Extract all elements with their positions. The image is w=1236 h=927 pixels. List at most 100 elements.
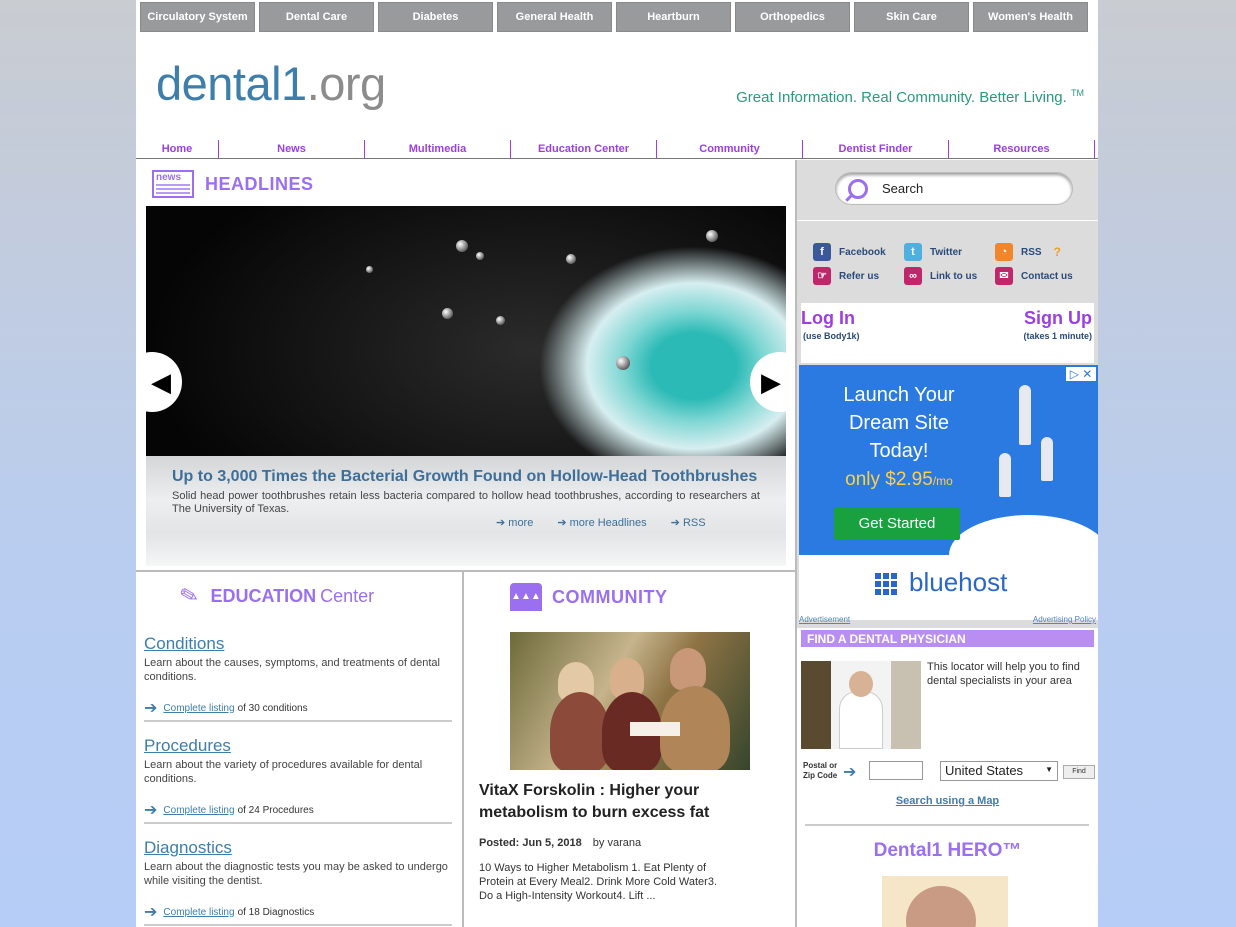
edu-procedures: Procedures Learn about the variety of pr…: [144, 736, 452, 824]
listing-count: of 30 conditions: [237, 702, 308, 714]
find-physician-title: FIND A DENTAL PHYSICIAN: [801, 630, 1094, 647]
nav-education-center[interactable]: Education Center: [511, 140, 657, 158]
slide-links: more more Headlines RSS: [496, 516, 706, 529]
edu-diagnostics: Diagnostics Learn about the diagnostic t…: [144, 838, 452, 926]
twitter-icon: t: [904, 243, 922, 261]
divider: [805, 824, 1089, 826]
doctor-photo: [801, 661, 921, 749]
category-tab[interactable]: Women's Health: [973, 2, 1088, 32]
category-tab[interactable]: Skin Care: [854, 2, 969, 32]
category-tab[interactable]: Circulatory System: [140, 2, 255, 32]
signup-hint: (takes 1 minute): [1023, 331, 1092, 341]
rss-help-link[interactable]: ?: [1054, 245, 1061, 259]
search-input[interactable]: Search: [882, 181, 923, 196]
advertisement-banner[interactable]: Launch Your Dream Site Today! only $2.95…: [799, 365, 1098, 620]
twitter-link[interactable]: t Twitter: [904, 243, 962, 261]
community-post-image[interactable]: [510, 632, 750, 770]
news-icon: news: [152, 170, 194, 198]
category-tab[interactable]: Orthopedics: [735, 2, 850, 32]
slide-caption: Up to 3,000 Times the Bacterial Growth F…: [146, 456, 786, 566]
rss-label: RSS: [1021, 246, 1042, 258]
find-button[interactable]: Find: [1063, 765, 1095, 779]
community-title: COMMUNITY: [552, 586, 668, 607]
bluehost-grid-icon: [875, 570, 899, 595]
listing-count: of 18 Diagnostics: [237, 906, 315, 918]
account-box: Log In (use Body1k) Sign Up (takes 1 min…: [801, 303, 1094, 363]
procedures-link[interactable]: Procedures: [144, 736, 452, 756]
refer-us-link[interactable]: ☞ Refer us: [813, 267, 879, 285]
logo-text-main: dental1: [156, 57, 307, 110]
contact-us-link[interactable]: ✉ Contact us: [995, 267, 1073, 285]
ad-headline: Launch Your Dream Site Today!: [843, 384, 955, 462]
procedures-desc: Learn about the variety of procedures av…: [144, 759, 423, 785]
ad-close-icon[interactable]: ▷ ✕: [1066, 367, 1096, 381]
nav-resources[interactable]: Resources: [949, 140, 1095, 158]
country-select[interactable]: United States: [940, 761, 1058, 781]
complete-listing-link[interactable]: Complete listing: [163, 703, 234, 714]
more-link[interactable]: more: [496, 516, 533, 529]
login-hint: (use Body1k): [803, 331, 860, 341]
logo-text-tld: .org: [306, 57, 387, 110]
site-logo[interactable]: dental1.org: [156, 56, 386, 111]
advertisement-link[interactable]: Advertisement: [799, 615, 850, 624]
complete-listing-link[interactable]: Complete listing: [163, 907, 234, 918]
community-post-title[interactable]: VitaX Forskolin : Higher your metabolism…: [479, 780, 729, 824]
ad-price: only $2.95/mo: [819, 469, 979, 491]
signup-link[interactable]: Sign Up: [1024, 308, 1092, 329]
education-header: ✎ EDUCATION Center: [176, 581, 374, 610]
facebook-label: Facebook: [839, 246, 886, 258]
nav-multimedia[interactable]: Multimedia: [365, 140, 511, 158]
rocket-icon: [1019, 385, 1031, 445]
community-post-excerpt: 10 Ways to Higher Metabolism 1. Eat Plen…: [479, 862, 718, 902]
news-icon-label: news: [156, 172, 182, 183]
education-title: EDUCATION: [210, 585, 317, 606]
rss-link[interactable]: RSS: [671, 516, 706, 529]
ad-get-started-button[interactable]: Get Started: [834, 507, 960, 540]
column-divider: [462, 572, 464, 927]
community-header: ▲▲▲ COMMUNITY: [510, 583, 668, 611]
search-map-link[interactable]: Search using a Map: [797, 795, 1098, 807]
procedures-listing: ➔ Complete listing of 24 Procedures: [144, 800, 452, 824]
diagnostics-desc: Learn about the diagnostic tests you may…: [144, 861, 448, 887]
hero-photo[interactable]: [882, 876, 1008, 927]
facebook-link[interactable]: f Facebook: [813, 243, 886, 261]
slide-title[interactable]: Up to 3,000 Times the Bacterial Growth F…: [172, 468, 760, 486]
headline-slider[interactable]: ◀ ▶ Up to 3,000 Times the Bacterial Grow…: [146, 206, 786, 566]
arrow-right-icon: ➔: [144, 802, 158, 819]
login-link[interactable]: Log In: [801, 308, 855, 329]
nav-news[interactable]: News: [219, 140, 365, 158]
twitter-label: Twitter: [930, 246, 963, 258]
hero-title: Dental1 HERO™: [873, 840, 1022, 861]
conditions-link[interactable]: Conditions: [144, 634, 452, 654]
site-tagline: Great Information. Real Community. Bette…: [736, 88, 1084, 106]
zip-label: Postal or Zip Code: [803, 761, 838, 780]
slider-prev-button[interactable]: ◀: [146, 352, 182, 412]
conditions-listing: ➔ Complete listing of 30 conditions: [144, 698, 452, 722]
complete-listing-link[interactable]: Complete listing: [163, 805, 234, 816]
category-tab[interactable]: General Health: [497, 2, 612, 32]
more-headlines-link[interactable]: more Headlines: [557, 516, 647, 529]
rss-icon: ◔: [995, 243, 1013, 261]
nav-dentist-finder[interactable]: Dentist Finder: [803, 140, 949, 158]
rss-feed-link[interactable]: ◔ RSS ?: [995, 243, 1061, 261]
zip-code-input[interactable]: [869, 761, 923, 780]
pencil-icon: ✎: [176, 581, 202, 610]
diagnostics-link[interactable]: Diagnostics: [144, 838, 452, 858]
find-physician-panel: FIND A DENTAL PHYSICIAN This locator wil…: [797, 628, 1098, 927]
edu-conditions: Conditions Learn about the causes, sympt…: [144, 634, 452, 722]
ad-price-unit: /mo: [932, 474, 953, 488]
category-tab[interactable]: Heartburn: [616, 2, 731, 32]
community-people-icon: ▲▲▲: [510, 583, 542, 611]
link-to-us-link[interactable]: ∞ Link to us: [904, 267, 977, 285]
advertising-policy-link[interactable]: Advertising Policy: [1033, 615, 1096, 624]
nav-community[interactable]: Community: [657, 140, 803, 158]
refer-label: Refer us: [839, 270, 880, 282]
search-box[interactable]: Search: [835, 172, 1073, 205]
category-tab[interactable]: Dental Care: [259, 2, 374, 32]
social-links: f Facebook t Twitter ◔ RSS ? ☞ Refer us …: [797, 220, 1098, 302]
locator-description: This locator will help you to find denta…: [927, 661, 1080, 687]
nav-home[interactable]: Home: [136, 140, 219, 158]
mail-icon: ✉: [995, 267, 1013, 285]
category-tab[interactable]: Diabetes: [378, 2, 493, 32]
post-date: Posted: Jun 5, 2018: [479, 837, 582, 849]
